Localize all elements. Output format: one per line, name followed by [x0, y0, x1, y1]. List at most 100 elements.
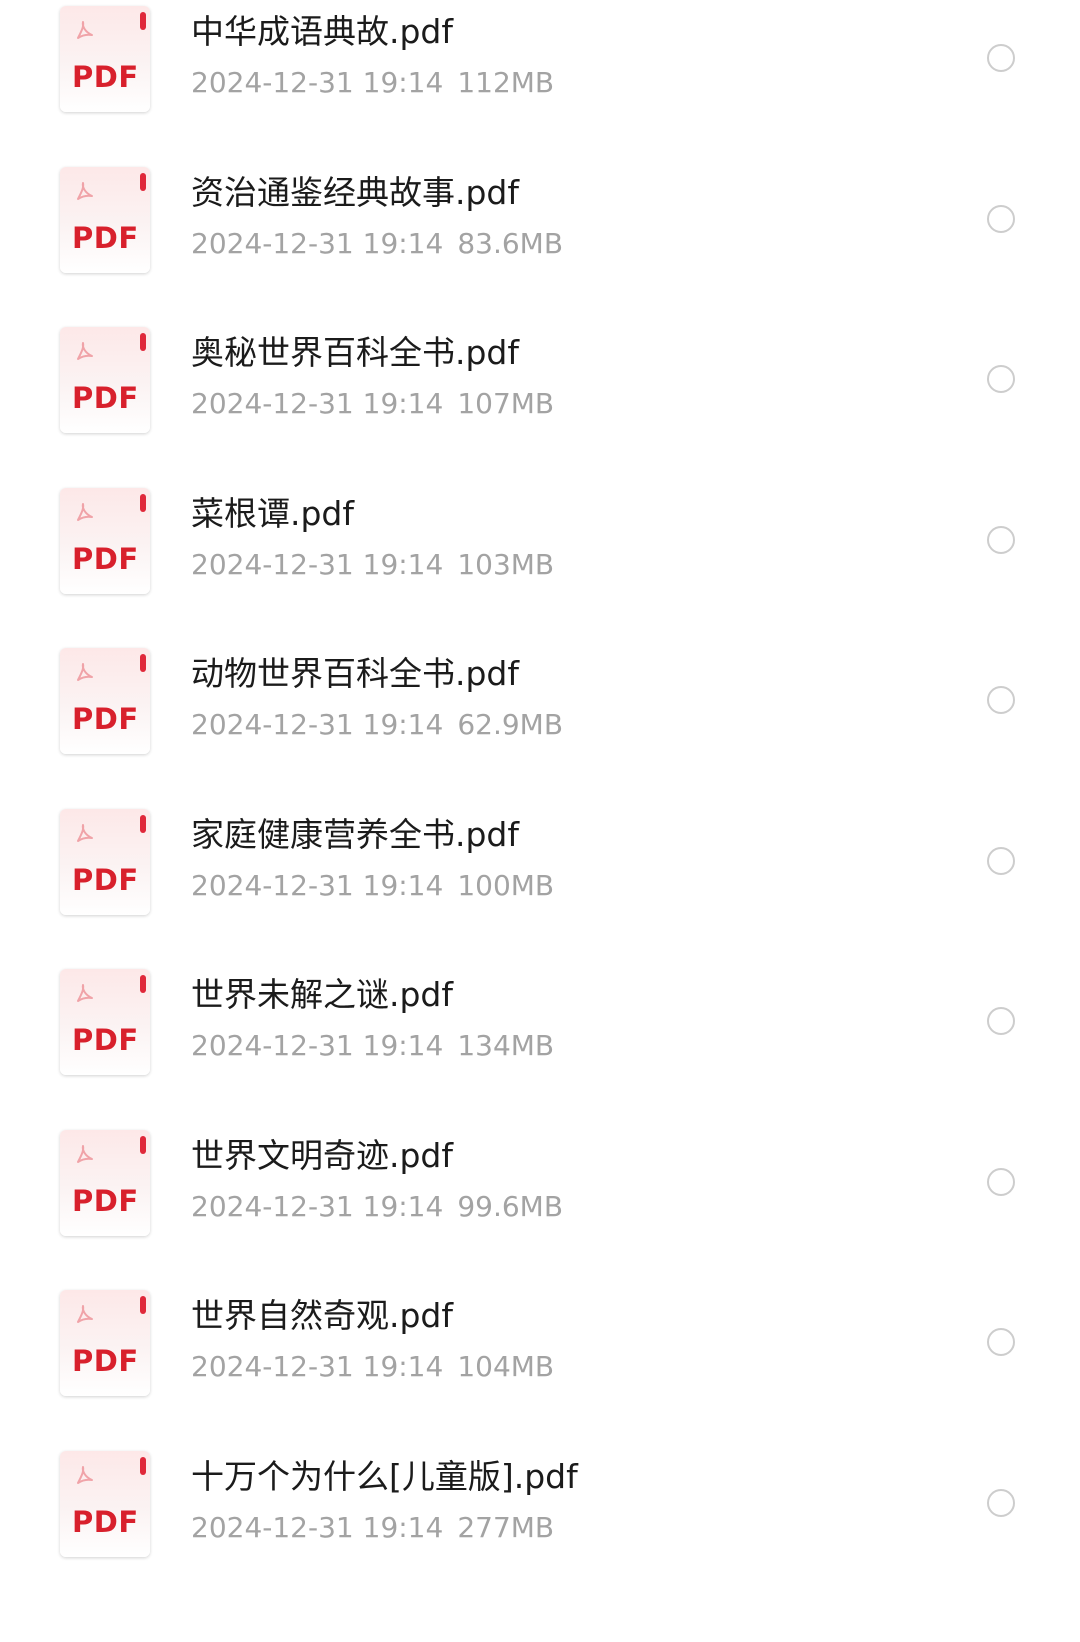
file-date: 2024-12-31 19:14: [191, 66, 444, 99]
file-list: PDF 中华成语典故.pdf 2024-12-31 19:14 112MB PDF…: [0, 0, 1080, 1642]
acrobat-logo-icon: [77, 984, 93, 1002]
file-size: 277MB: [457, 1510, 555, 1544]
file-size: 107MB: [457, 387, 555, 420]
file-name: 十万个为什么[儿童版].pdf: [191, 1456, 578, 1496]
file-meta: 2024-12-31 19:14 99.6MB: [191, 1190, 563, 1224]
file-size: 100MB: [457, 868, 555, 902]
file-size: 104MB: [457, 1350, 555, 1383]
file-meta: 2024-12-31 19:14 104MB: [191, 1350, 554, 1384]
acrobat-logo-icon: [77, 502, 93, 521]
file-size: 99.6MB: [457, 1189, 564, 1223]
pdf-corner-tab: [140, 814, 146, 833]
file-row[interactable]: PDF 中华成语典故.pdf 2024-12-31 19:14 112MB: [0, 0, 1080, 169]
pdf-type-label: PDF: [72, 60, 139, 94]
file-name: 世界未解之谜.pdf: [191, 975, 454, 1014]
file-date: 2024-12-31 19:14: [191, 708, 444, 741]
pdf-file-icon: PDF: [60, 1450, 150, 1557]
acrobat-logo-icon: [77, 1144, 93, 1163]
file-name: 家庭健康营养全书.pdf: [191, 814, 520, 854]
file-meta: 2024-12-31 19:14 277MB: [191, 1511, 554, 1545]
pdf-file-icon: PDF: [60, 487, 150, 594]
pdf-corner-tab: [140, 493, 146, 512]
pdf-file-icon: PDF: [60, 327, 150, 433]
file-date: 2024-12-31 19:14: [191, 1350, 444, 1383]
file-meta: 2024-12-31 19:14 103MB: [191, 548, 554, 582]
file-name: 资治通鉴经典故事.pdf: [191, 172, 520, 212]
pdf-file-icon: PDF: [60, 1290, 150, 1396]
pdf-corner-tab: [140, 654, 146, 672]
pdf-file-icon: PDF: [60, 969, 150, 1075]
pdf-type-label: PDF: [72, 381, 139, 415]
file-size: 134MB: [457, 1029, 555, 1062]
file-row[interactable]: PDF 世界自然奇观.pdf 2024-12-31 19:14 104MB: [0, 1284, 1080, 1453]
pdf-corner-tab: [140, 12, 146, 30]
pdf-type-label: PDF: [72, 1344, 139, 1378]
acrobat-logo-icon: [77, 342, 93, 360]
acrobat-logo-icon: [77, 663, 93, 681]
file-row[interactable]: PDF 菜根谭.pdf 2024-12-31 19:14 103MB: [0, 482, 1080, 651]
file-name: 世界文明奇迹.pdf: [191, 1135, 454, 1175]
select-radio-button[interactable]: [987, 686, 1015, 714]
pdf-type-label: PDF: [72, 541, 139, 576]
select-radio-button[interactable]: [987, 44, 1015, 72]
file-name: 奥秘世界百科全书.pdf: [191, 333, 520, 372]
file-row[interactable]: PDF 十万个为什么[儿童版].pdf 2024-12-31 19:14 277M…: [0, 1445, 1080, 1614]
pdf-type-label: PDF: [72, 1183, 139, 1218]
select-radio-button[interactable]: [987, 525, 1015, 554]
file-date: 2024-12-31 19:14: [191, 868, 444, 902]
pdf-corner-tab: [140, 1135, 146, 1154]
pdf-file-icon: PDF: [60, 6, 150, 112]
file-date: 2024-12-31 19:14: [191, 1029, 444, 1062]
pdf-corner-tab: [140, 333, 146, 351]
file-name: 菜根谭.pdf: [191, 493, 355, 533]
file-meta: 2024-12-31 19:14 62.9MB: [191, 708, 563, 742]
file-meta: 2024-12-31 19:14 112MB: [191, 66, 554, 100]
acrobat-logo-icon: [77, 21, 93, 39]
pdf-corner-tab: [140, 172, 146, 191]
file-meta: 2024-12-31 19:14 100MB: [191, 869, 554, 903]
pdf-corner-tab: [140, 1296, 146, 1314]
file-size: 103MB: [457, 547, 555, 581]
pdf-type-label: PDF: [72, 220, 139, 255]
select-radio-button[interactable]: [987, 1167, 1015, 1196]
file-row[interactable]: PDF 世界未解之谜.pdf 2024-12-31 19:14 134MB: [0, 963, 1080, 1132]
file-date: 2024-12-31 19:14: [191, 1189, 444, 1223]
file-date: 2024-12-31 19:14: [191, 1510, 444, 1544]
file-size: 62.9MB: [457, 708, 564, 741]
file-row[interactable]: PDF 奥秘世界百科全书.pdf 2024-12-31 19:14 107MB: [0, 321, 1080, 490]
select-radio-button[interactable]: [987, 1007, 1015, 1035]
select-radio-button[interactable]: [987, 1328, 1015, 1356]
file-row[interactable]: PDF 资治通鉴经典故事.pdf 2024-12-31 19:14 83.6MB: [0, 161, 1080, 330]
select-radio-button[interactable]: [987, 1488, 1015, 1517]
acrobat-logo-icon: [77, 1305, 93, 1323]
file-row[interactable]: PDF 动物世界百科全书.pdf 2024-12-31 19:14 62.9MB: [0, 642, 1080, 811]
file-date: 2024-12-31 19:14: [191, 226, 444, 260]
file-meta: 2024-12-31 19:14 107MB: [191, 387, 554, 421]
file-size: 83.6MB: [457, 226, 564, 260]
pdf-file-icon: PDF: [60, 166, 150, 273]
pdf-file-icon: PDF: [60, 1129, 150, 1236]
pdf-file-icon: PDF: [60, 648, 150, 754]
acrobat-logo-icon: [77, 823, 93, 842]
file-date: 2024-12-31 19:14: [191, 387, 444, 420]
pdf-type-label: PDF: [72, 862, 139, 897]
file-name: 动物世界百科全书.pdf: [191, 654, 520, 693]
file-row[interactable]: PDF 世界文明奇迹.pdf 2024-12-31 19:14 99.6MB: [0, 1124, 1080, 1293]
file-meta: 2024-12-31 19:14 134MB: [191, 1029, 554, 1063]
file-name: 中华成语典故.pdf: [191, 12, 454, 51]
pdf-corner-tab: [140, 1456, 146, 1475]
select-radio-button[interactable]: [987, 365, 1015, 393]
select-radio-button[interactable]: [987, 204, 1015, 233]
file-name: 世界自然奇观.pdf: [191, 1296, 454, 1335]
pdf-type-label: PDF: [72, 702, 139, 736]
pdf-type-label: PDF: [72, 1504, 139, 1539]
file-date: 2024-12-31 19:14: [191, 547, 444, 581]
file-size: 112MB: [457, 66, 555, 99]
pdf-file-icon: PDF: [60, 808, 150, 915]
pdf-corner-tab: [140, 975, 146, 993]
file-row[interactable]: PDF 家庭健康营养全书.pdf 2024-12-31 19:14 100MB: [0, 803, 1080, 972]
acrobat-logo-icon: [77, 181, 93, 200]
file-meta: 2024-12-31 19:14 83.6MB: [191, 227, 563, 261]
pdf-type-label: PDF: [72, 1023, 139, 1057]
select-radio-button[interactable]: [987, 846, 1015, 875]
